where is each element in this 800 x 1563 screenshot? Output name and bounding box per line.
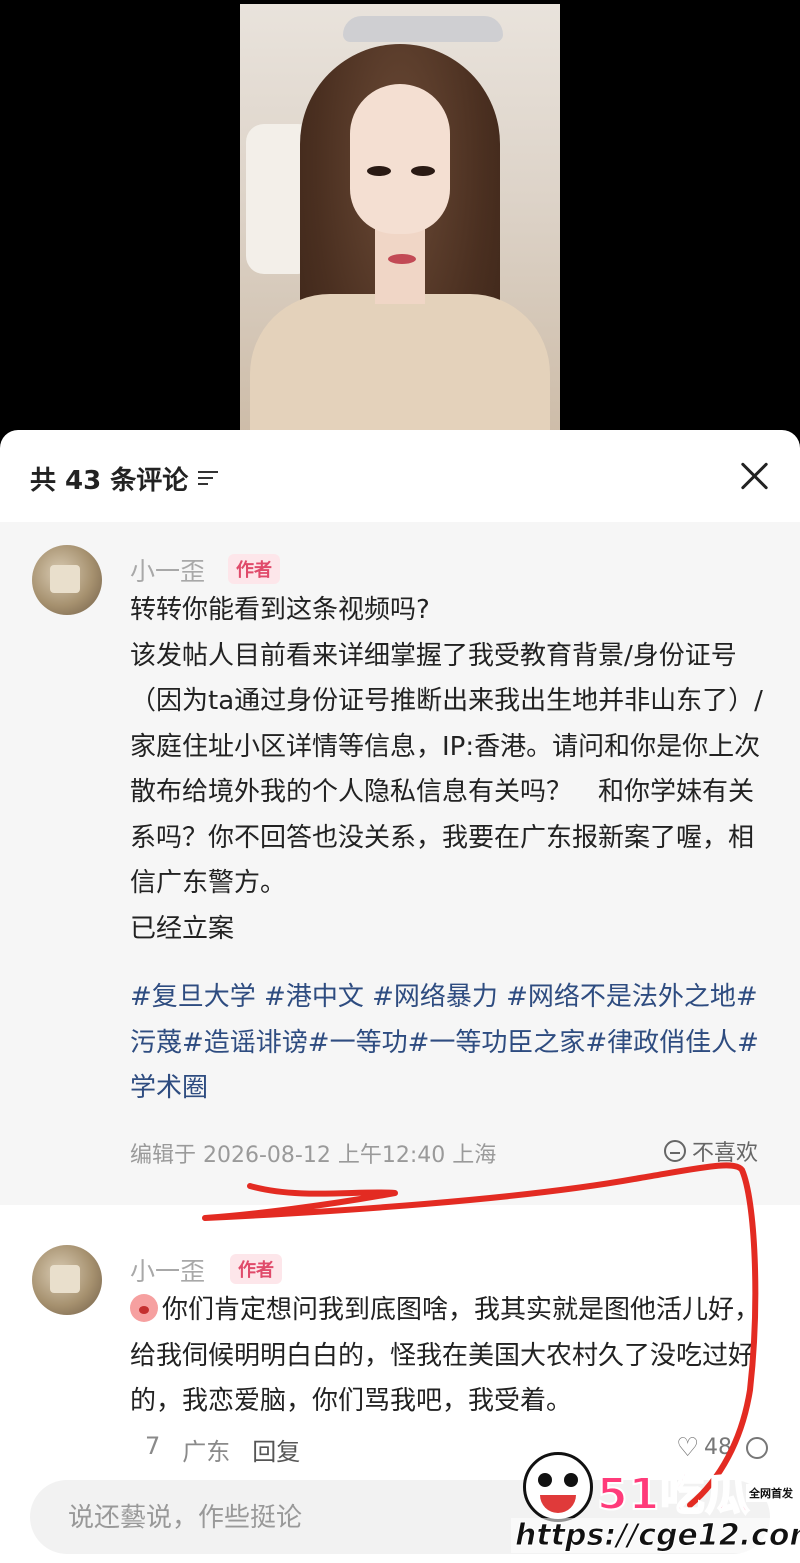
video-person-lips — [388, 254, 416, 264]
comment-line: 该发帖人目前看来详细掌握了我受教育背景/身份证号（因为ta通过身份证号推断出来我… — [130, 640, 763, 899]
video-player[interactable] — [240, 4, 560, 436]
comment-username[interactable]: 小一歪 — [130, 1252, 205, 1288]
video-person-face — [350, 84, 450, 234]
comment-body: 你们肯定想问我到底图啥，我其实就是图他活儿好，给我伺候明明白白的，怪我在美国大农… — [130, 1288, 770, 1425]
sort-filter-icon[interactable] — [198, 469, 220, 487]
comment-line: 已经立案 — [130, 913, 235, 944]
video-person-sunglasses — [343, 16, 503, 42]
close-icon[interactable] — [738, 460, 770, 492]
reply-button[interactable]: 回复 — [252, 1432, 300, 1467]
comment-header: 共 43 条评论 — [30, 458, 220, 498]
comment-line: 转转你能看到这条视频吗? — [130, 595, 430, 625]
comment-meta: 编辑于 2026-08-12 上午12:40 上海 — [130, 1143, 497, 1168]
comment-input[interactable] — [66, 1498, 550, 1538]
watermark-url: https://cge12.com — [511, 1518, 800, 1554]
comment-body: 转转你能看到这条视频吗? 该发帖人目前看来详细掌握了我受教育背景/身份证号（因为… — [130, 588, 770, 952]
comment-text: 你们肯定想问我到底图啥，我其实就是图他活儿好，给我伺候明明白白的，怪我在美国大农… — [130, 1295, 761, 1416]
comment-footer: 7 广东 回复 — [145, 1432, 300, 1467]
video-person-eye — [367, 166, 391, 176]
comment-time: 7 — [145, 1432, 161, 1460]
comment-count: 共 43 条评论 — [30, 465, 189, 496]
video-person-eye — [411, 166, 435, 176]
watermark-title: 51吃瓜 — [596, 1468, 751, 1521]
dislike-icon — [663, 1140, 686, 1162]
author-badge: 作者 — [228, 554, 280, 584]
screen: 共 43 条评论 小一歪 作者 转转你能看到这条视频吗? 该发帖人目前看来详细掌… — [0, 0, 800, 1563]
avatar[interactable] — [32, 1245, 102, 1315]
comment-sheet: 共 43 条评论 小一歪 作者 转转你能看到这条视频吗? 该发帖人目前看来详细掌… — [0, 430, 800, 1563]
dislike-label: 不喜欢 — [691, 1141, 758, 1166]
video-person-neck — [375, 224, 425, 304]
comment-username[interactable]: 小一歪 — [130, 552, 205, 588]
dislike-button[interactable]: 不喜欢 — [663, 1135, 758, 1167]
emoji-sticker-icon — [130, 1294, 158, 1322]
site-watermark: 51吃瓜 全网首发 https://cge12.com — [505, 1440, 800, 1563]
video-person-sweater — [250, 294, 550, 436]
watermark-badge: 全网首发 — [746, 1484, 796, 1502]
avatar[interactable] — [32, 545, 102, 615]
comment-hashtags[interactable]: #复旦大学 #港中文 #网络暴力 #网络不是法外之地#污蔑#造谣诽谤#一等功#一… — [130, 975, 770, 1112]
panda-mascot-icon — [523, 1452, 593, 1522]
comment-location: 广东 — [182, 1438, 231, 1466]
author-badge: 作者 — [230, 1254, 282, 1284]
